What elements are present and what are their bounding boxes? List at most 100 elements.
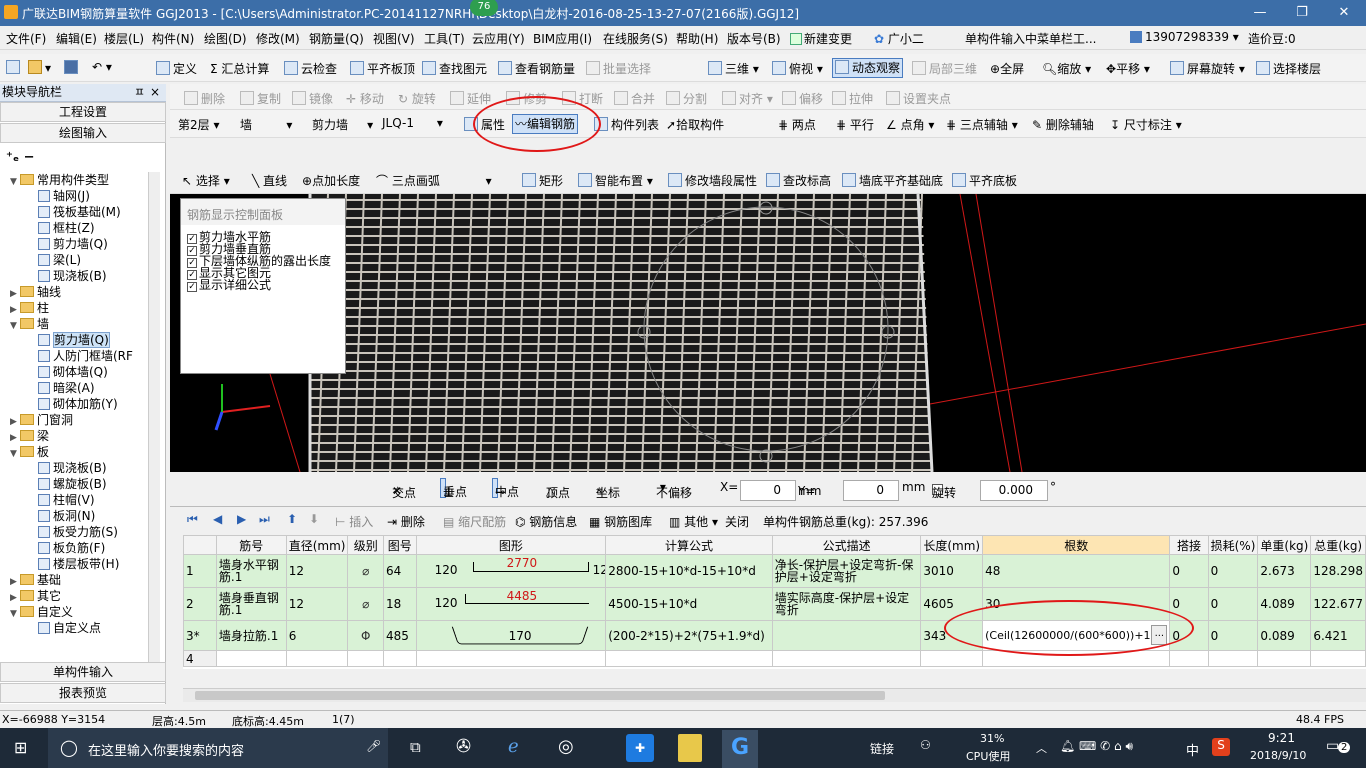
define-button[interactable]: 定义 <box>156 60 197 77</box>
align-slab-top-button[interactable]: 平齐板顶 <box>350 60 415 77</box>
insert-button[interactable]: ⊢ 插入 <box>335 513 373 530</box>
tree-item[interactable]: 砌体加筋(Y) <box>38 396 118 412</box>
cell-loss[interactable]: 0 <box>1207 620 1259 651</box>
split-button[interactable]: 分割 <box>666 90 707 107</box>
menu-file[interactable]: 文件(F) <box>6 30 46 47</box>
cell-desc[interactable]: 墙实际高度-保护层+设定弯折 <box>771 587 922 621</box>
summary-calc-button[interactable]: Σ 汇总计算 <box>210 60 269 77</box>
menu-tools[interactable]: 工具(T) <box>424 30 465 47</box>
cell-total[interactable] <box>1310 650 1366 667</box>
y-coordinate-input[interactable]: 0 <box>843 480 899 501</box>
batch-select-button[interactable]: 批量选择 <box>586 60 651 77</box>
clock-date[interactable]: 2018/9/10 <box>1250 749 1306 762</box>
tree-item[interactable]: 现浇板(B) <box>38 460 107 476</box>
scale-rebar-button[interactable]: ▤ 缩尺配筋 <box>443 513 506 530</box>
three-point-axis-button[interactable]: ⋕ 三点辅轴 ▾ <box>946 116 1018 133</box>
cell-formula[interactable] <box>605 650 773 667</box>
point-length-button[interactable]: ⊕点加长度 <box>302 172 360 189</box>
minimize-button[interactable]: — <box>1240 2 1280 24</box>
mirror-button[interactable]: 镜像 <box>292 90 333 107</box>
app-spiral-icon[interactable]: ◎ <box>558 736 574 757</box>
menu-version[interactable]: 版本号(B) <box>727 30 781 47</box>
cell-len[interactable] <box>920 650 984 667</box>
clock-time[interactable]: 9:21 <box>1268 731 1295 745</box>
menu-rebar-qty[interactable]: 钢筋量(Q) <box>309 30 364 47</box>
cell-unit[interactable]: 2.673 <box>1257 554 1312 588</box>
grid-header-cell[interactable]: 图形 <box>415 535 607 555</box>
drawing-input-button[interactable]: 绘图输入 <box>0 123 166 143</box>
table-row[interactable]: 2 墙身垂直钢筋.1 12 ⌀ 18 120 4485 4500-15+10*d 墙实际高度-保… <box>183 587 1366 621</box>
two-points-button[interactable]: ⋕ 两点 <box>778 116 816 133</box>
cell-lap[interactable] <box>1169 650 1209 667</box>
tree-item[interactable]: 螺旋板(B) <box>38 476 107 492</box>
tree-item[interactable]: 剪力墙(Q) <box>38 236 108 252</box>
tray-icons[interactable]: 🔔︎ ⌨ ✆ ⌂ 🔊︎ <box>1060 739 1133 754</box>
cell-fig[interactable]: 18 <box>382 587 417 621</box>
tree-item[interactable]: 楼层板带(H) <box>38 556 119 572</box>
report-preview-button[interactable]: 报表预览 <box>0 683 166 703</box>
single-component-input-button[interactable]: 单构件输入 <box>0 662 166 682</box>
first-record-icon[interactable]: ⏮ <box>187 512 198 527</box>
line-button[interactable]: ╲ 直线 <box>252 172 287 189</box>
cell-name[interactable]: 墙身水平钢筋.1 <box>215 554 287 588</box>
cell-len[interactable]: 3010 <box>920 554 984 588</box>
tree-item[interactable]: 剪力墙(Q) <box>38 332 110 348</box>
cell-fig[interactable]: 64 <box>382 554 417 588</box>
smart-layout-button[interactable]: 智能布置 ▾ <box>578 172 653 189</box>
cell-name[interactable]: 墙身垂直钢筋.1 <box>215 587 287 621</box>
tree-item[interactable]: 轴网(J) <box>38 188 90 204</box>
fullscreen-button[interactable]: ⊕全屏 <box>990 60 1024 77</box>
user-account[interactable]: 13907298339 ▾ <box>1130 30 1239 44</box>
delete-axis-button[interactable]: ✎ 删除辅轴 <box>1032 116 1094 133</box>
cell-total[interactable]: 6.421 <box>1310 620 1366 651</box>
menu-guang-xiaoer[interactable]: ✿ 广小二 <box>874 30 924 47</box>
project-settings-button[interactable]: 工程设置 <box>0 102 166 122</box>
last-record-icon[interactable]: ⏭ <box>259 512 270 527</box>
cell-dia[interactable]: 6 <box>285 620 349 651</box>
cell-desc[interactable] <box>771 620 922 651</box>
pick-component-button[interactable]: ➚拾取构件 <box>666 116 724 133</box>
grid-header-cell[interactable]: 根数 <box>982 535 1171 555</box>
other-button[interactable]: ▥ 其他 ▾ <box>669 513 718 530</box>
maximize-button[interactable]: ❐ <box>1282 2 1322 24</box>
offset-button[interactable]: 偏移 <box>782 90 823 107</box>
grid-horizontal-scrollbar[interactable] <box>183 688 1366 702</box>
cell-shape[interactable] <box>415 650 607 667</box>
tree-item[interactable]: 暗梁(A) <box>38 380 95 396</box>
cell-total[interactable]: 122.677 <box>1310 587 1366 621</box>
new-file-icon[interactable] <box>6 60 23 75</box>
prev-record-icon[interactable]: ◀ <box>213 512 222 526</box>
menu-view[interactable]: 视图(V) <box>373 30 415 47</box>
move-up-icon[interactable]: ⬆ <box>287 512 297 526</box>
cell-fig[interactable] <box>382 650 417 667</box>
cell-dia[interactable]: 12 <box>285 587 349 621</box>
grid-header-cell[interactable]: 直径(mm) <box>285 535 349 555</box>
grid-header-cell[interactable]: 筋号 <box>215 535 287 555</box>
cell-formula[interactable]: 2800-15+10*d-15+10*d <box>605 554 773 588</box>
cell-loss[interactable]: 0 <box>1207 554 1259 588</box>
align-button[interactable]: 对齐 ▾ <box>722 90 773 107</box>
open-file-icon[interactable]: ▾ <box>28 60 51 75</box>
cost-beans[interactable]: 造价豆:0 <box>1248 30 1296 47</box>
wall-bottom-align-button[interactable]: 墙底平齐基础底 <box>842 172 943 189</box>
tree-item[interactable]: 筏板基础(M) <box>38 204 121 220</box>
task-view-icon[interactable]: ⧉ <box>410 738 421 756</box>
grid-header-cell[interactable] <box>183 535 217 555</box>
delete-button[interactable]: 删除 <box>184 90 225 107</box>
cell-unit[interactable]: 0.089 <box>1257 620 1312 651</box>
notes-app-icon[interactable] <box>678 734 702 762</box>
dynamic-orbit-button[interactable]: 动态观察 <box>832 58 904 78</box>
menu-cloud[interactable]: 云应用(Y) <box>472 30 525 47</box>
collapse-arrow-icon[interactable]: ▼ <box>10 446 20 462</box>
cell-shape[interactable]: 120 4485 <box>415 587 607 621</box>
rotate-button[interactable]: ↻ 旋转 <box>398 90 436 107</box>
cell-lap[interactable]: 0 <box>1169 554 1209 588</box>
menu-component[interactable]: 构件(N) <box>152 30 194 47</box>
grid-header-cell[interactable]: 长度(mm) <box>920 535 984 555</box>
collapse-arrow-icon[interactable]: ▼ <box>10 174 20 190</box>
app-plus-icon[interactable]: ✚ <box>626 734 654 762</box>
cell-formula[interactable]: 4500-15+10*d <box>605 587 773 621</box>
3d-button[interactable]: 三维 ▾ <box>708 60 759 77</box>
find-element-button[interactable]: 查找图元 <box>422 60 487 77</box>
tree-item[interactable]: 现浇板(B) <box>38 268 107 284</box>
